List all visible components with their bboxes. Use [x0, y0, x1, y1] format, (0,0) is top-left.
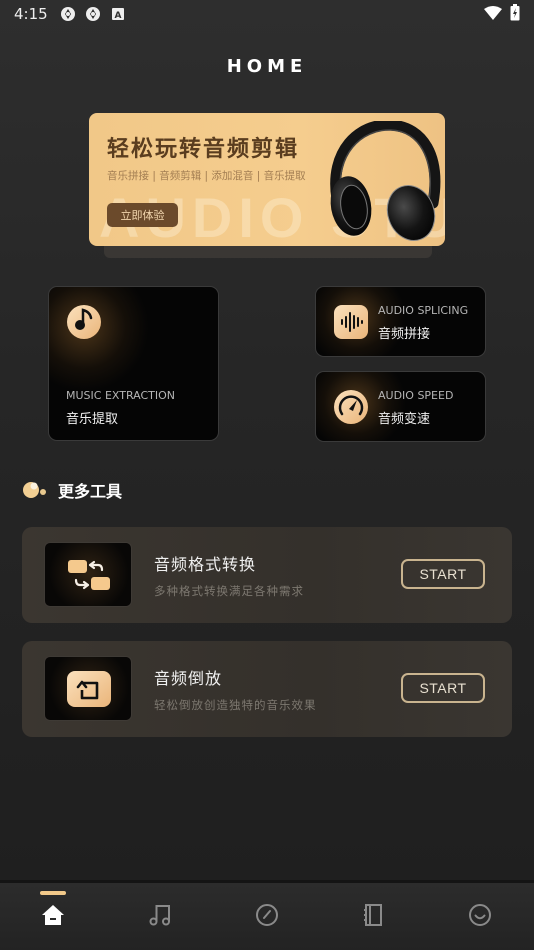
card-audio-speed[interactable]: AUDIO SPEED 音频变速	[315, 371, 486, 442]
tool-title: 音频格式转换	[154, 555, 257, 574]
card-zh-label: 音乐提取	[66, 412, 119, 427]
shutter-icon	[85, 6, 101, 22]
banner-title: 轻松玩转音频剪辑	[107, 137, 300, 162]
tool-format-convert[interactable]: 音频格式转换 多种格式转换满足各种需求 START	[22, 527, 512, 623]
speedometer-icon	[334, 390, 368, 424]
nav-music[interactable]	[140, 895, 180, 935]
wifi-icon	[484, 5, 502, 24]
bubbles-icon	[23, 482, 46, 498]
card-audio-splicing[interactable]: AUDIO SPLICING 音频拼接	[315, 286, 486, 357]
nav-speed[interactable]	[247, 895, 287, 935]
card-zh-label: 音频变速	[378, 412, 431, 427]
status-time: 4:15	[14, 5, 48, 23]
tool-thumbnail	[44, 656, 132, 721]
card-en-label: AUDIO SPEED	[378, 389, 454, 402]
music-disc-icon	[67, 305, 101, 339]
tool-reverse[interactable]: 音频倒放 轻松倒放创造独特的音乐效果 START	[22, 641, 512, 737]
promo-banner[interactable]: AUDIO STUDIO 轻松玩转音频剪辑 音乐拼接 | 音频剪辑 | 添加混音…	[89, 113, 445, 246]
more-tools-header: 更多工具	[22, 478, 122, 502]
tool-description: 多种格式转换满足各种需求	[154, 584, 304, 598]
headphones-icon	[330, 121, 441, 241]
card-zh-label: 音频拼接	[378, 327, 431, 342]
notebook-icon	[364, 904, 382, 926]
status-bar: 4:15 A	[0, 0, 534, 28]
tool-title: 音频倒放	[154, 669, 223, 688]
waveform-icon	[334, 305, 368, 339]
nav-notebook[interactable]	[353, 895, 393, 935]
start-button[interactable]: START	[401, 559, 485, 589]
shutter-icon	[60, 6, 76, 22]
smiley-icon	[469, 904, 491, 926]
tool-description: 轻松倒放创造独特的音乐效果	[154, 698, 317, 712]
tool-thumbnail	[44, 542, 132, 607]
svg-text:A: A	[114, 11, 121, 20]
try-now-button[interactable]: 立即体验	[107, 203, 178, 227]
banner-subtitle: 音乐拼接 | 音频剪辑 | 添加混音 | 音乐提取	[107, 170, 306, 182]
more-tools-title: 更多工具	[58, 482, 123, 501]
gauge-icon	[256, 904, 278, 926]
music-note-icon	[149, 905, 170, 926]
card-en-label: AUDIO SPLICING	[378, 304, 469, 317]
page-title: HOME	[226, 56, 308, 77]
nav-profile[interactable]	[460, 895, 500, 935]
reverse-icon	[67, 671, 111, 707]
format-convert-icon	[68, 560, 110, 590]
nav-home[interactable]	[33, 895, 73, 935]
keyboard-a-icon: A	[110, 6, 126, 22]
card-en-label: MUSIC EXTRACTION	[66, 389, 176, 402]
start-button[interactable]: START	[401, 673, 485, 703]
home-icon	[42, 905, 64, 925]
bottom-nav	[0, 880, 534, 950]
battery-charging-icon	[510, 3, 520, 25]
card-music-extraction[interactable]: MUSIC EXTRACTION 音乐提取	[48, 286, 219, 441]
